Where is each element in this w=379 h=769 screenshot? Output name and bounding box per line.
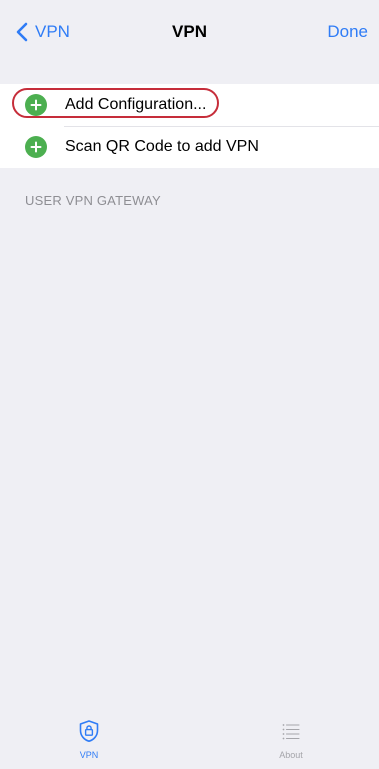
- done-button[interactable]: Done: [327, 20, 368, 44]
- vpn-action-list: Add Configuration... Scan QR Code to add…: [0, 84, 379, 168]
- plus-circle-icon: [25, 136, 47, 158]
- user-vpn-gateway-header: USER VPN GATEWAY: [25, 193, 161, 208]
- list-icon: [279, 719, 303, 748]
- plus-circle-icon: [25, 94, 47, 116]
- page-title: VPN: [172, 22, 207, 41]
- tab-about-label: About: [279, 750, 303, 760]
- navigation-bar: VPN VPN Done: [0, 0, 379, 64]
- tab-vpn[interactable]: VPN: [59, 719, 119, 760]
- scan-qr-code-label: Scan QR Code to add VPN: [65, 138, 259, 155]
- tab-about[interactable]: About: [261, 719, 321, 760]
- scan-qr-code-row[interactable]: Scan QR Code to add VPN: [0, 126, 379, 168]
- add-configuration-row[interactable]: Add Configuration...: [0, 84, 379, 126]
- tab-vpn-label: VPN: [79, 750, 99, 760]
- add-configuration-label: Add Configuration...: [65, 96, 207, 113]
- tab-bar: VPN About: [0, 711, 379, 769]
- vpn-screen: VPN VPN Done Add Configuration... Scan Q…: [0, 0, 379, 769]
- shield-lock-icon: [77, 719, 101, 748]
